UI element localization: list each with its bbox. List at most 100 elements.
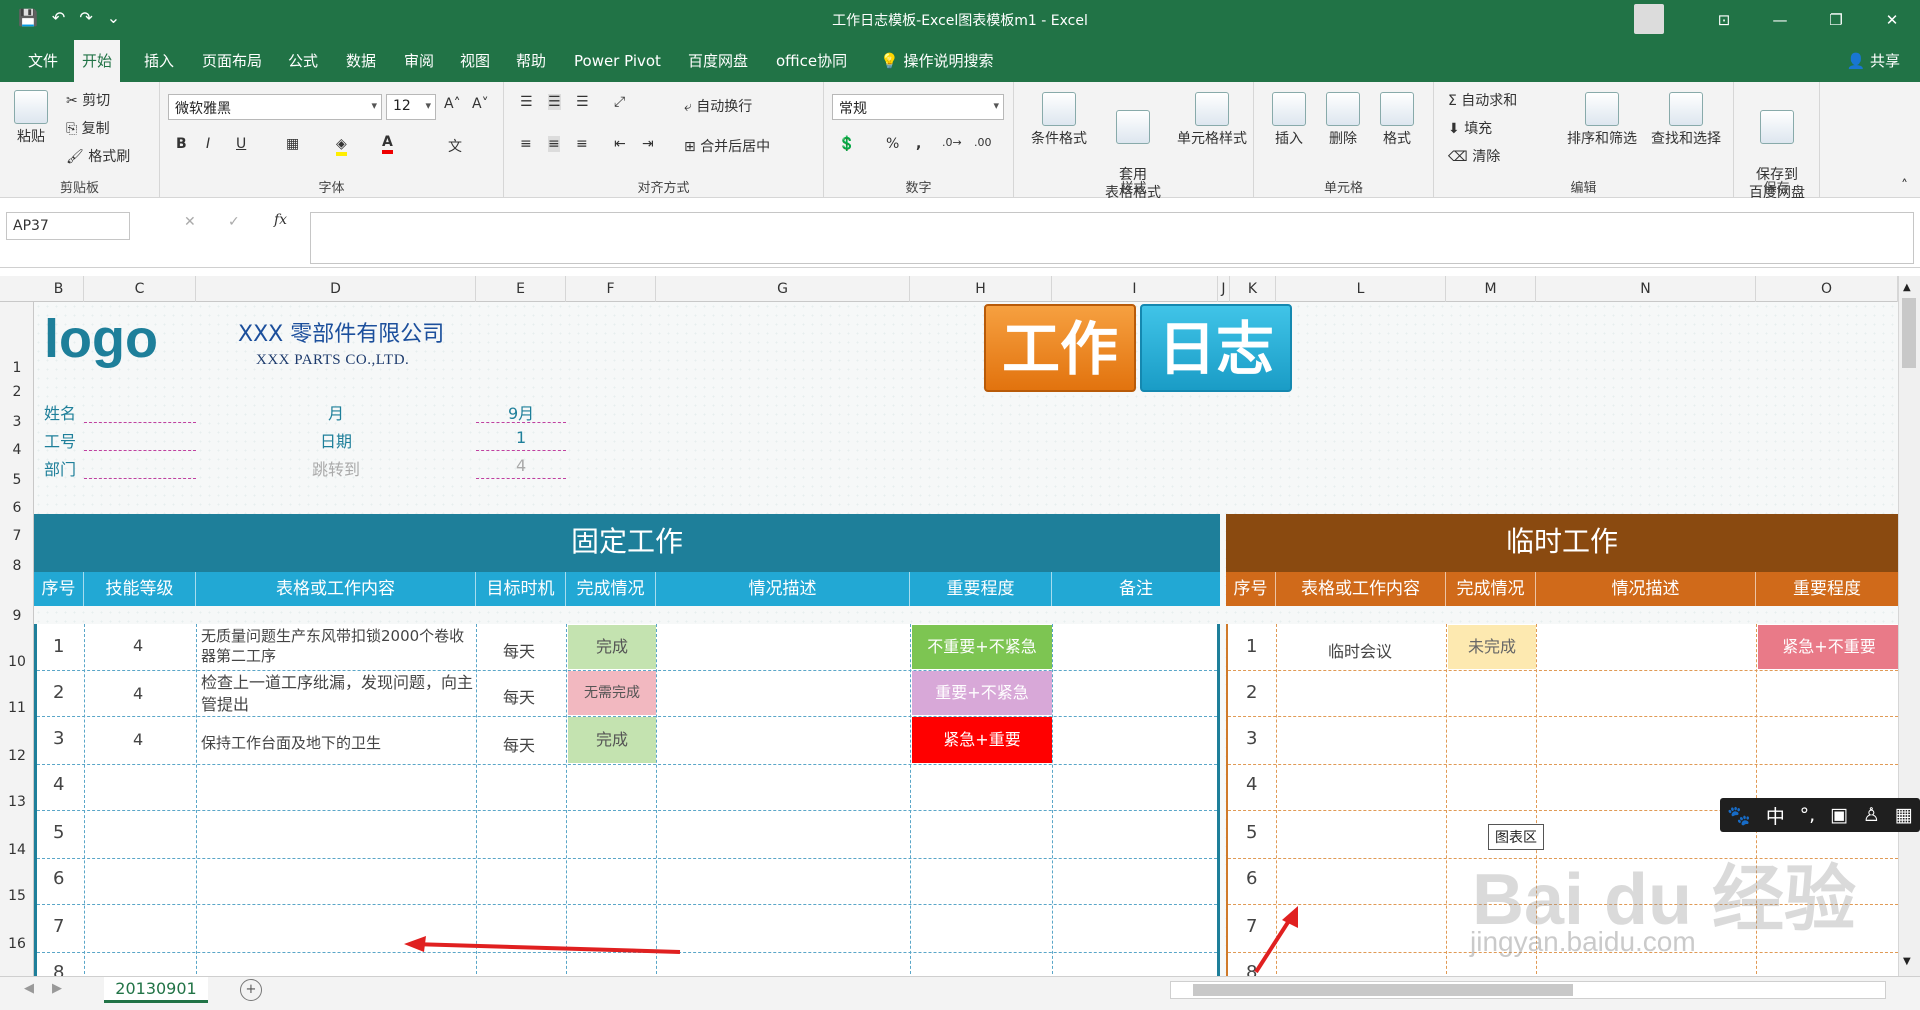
punctuation-icon[interactable]: °, [1800,804,1816,826]
tab-formulas[interactable]: 公式 [280,40,326,82]
number-format-select[interactable]: 常规 [832,94,1004,120]
col-header[interactable]: F [566,276,656,302]
row-header[interactable]: 1 [0,360,34,376]
font-color-icon[interactable]: A [382,134,393,154]
tab-data[interactable]: 数据 [338,40,384,82]
autosum-button[interactable]: Σ 自动求和 [1448,90,1517,110]
increase-decimal-icon[interactable]: .0→ [942,136,962,149]
minimize-button[interactable]: — [1752,0,1808,40]
italic-button[interactable]: I [206,136,210,152]
h-scroll-thumb[interactable] [1193,984,1573,996]
col-header[interactable]: B [34,276,84,302]
border-icon[interactable]: ▦ [286,136,299,152]
row-header[interactable]: 4 [0,442,34,458]
row-header[interactable]: 13 [0,794,34,810]
sort-filter-button[interactable]: 排序和筛选 [1562,92,1642,148]
format-painter-button[interactable]: 🖌 格式刷 [66,146,130,166]
row-header[interactable]: 2 [0,384,34,400]
comma-button[interactable]: , [916,136,921,152]
row-header[interactable]: 11 [0,700,34,716]
merge-center-button[interactable]: ⊞ 合并后居中 [684,136,770,156]
align-left-icon[interactable]: ≡ [520,136,532,152]
share-button[interactable]: 👤 共享 [1847,40,1900,82]
decrease-decimal-icon[interactable]: .00 [974,136,992,149]
align-top-icon[interactable]: ☰ [520,94,533,110]
ribbon-display-icon[interactable]: ⊡ [1696,0,1752,40]
row-header[interactable]: 3 [0,414,34,430]
decrease-indent-icon[interactable]: ⇤ [614,136,626,152]
confirm-icon[interactable]: ✓ [228,214,240,230]
row-header[interactable]: 7 [0,528,34,544]
col-header[interactable]: M [1446,276,1536,302]
conditional-format-button[interactable]: 条件格式 [1024,92,1094,148]
next-sheet-icon[interactable]: ▶ [52,981,62,996]
row-header[interactable]: 5 [0,472,34,488]
clear-button[interactable]: ⌫ 清除 [1448,146,1500,166]
tab-power-pivot[interactable]: Power Pivot [566,40,669,82]
cell-styles-button[interactable]: 单元格样式 [1172,92,1252,148]
tab-help[interactable]: 帮助 [508,40,554,82]
align-center-icon[interactable]: ≡ [548,136,560,152]
wrap-text-button[interactable]: ⤶ 自动换行 [684,96,752,116]
col-header[interactable]: O [1756,276,1898,302]
col-header[interactable]: I [1052,276,1218,302]
tab-view[interactable]: 视图 [452,40,498,82]
col-header[interactable]: K [1230,276,1276,302]
col-header[interactable]: J [1218,276,1230,302]
row-header[interactable]: 15 [0,888,34,904]
tab-office-collab[interactable]: office协同 [768,40,855,82]
tell-me-search[interactable]: 💡 操作说明搜索 [872,40,1001,82]
row-header[interactable]: 14 [0,842,34,858]
align-right-icon[interactable]: ≡ [576,136,588,152]
grow-font-button[interactable]: A˄ [444,96,461,112]
copy-button[interactable]: ⎘ 复制 [66,118,110,138]
row-header[interactable]: 12 [0,748,34,764]
currency-icon[interactable]: 💲 [838,136,855,152]
user-icon[interactable]: ♙ [1863,804,1880,826]
ime-chinese-toggle[interactable]: 中 [1766,802,1785,829]
col-header[interactable]: L [1276,276,1446,302]
cut-button[interactable]: ✂ 剪切 [66,90,110,110]
grid-icon[interactable]: ▦ [1895,804,1913,826]
insert-cells-button[interactable]: 插入 [1264,92,1314,148]
tab-file[interactable]: 文件 [20,40,66,82]
paw-icon[interactable]: 🐾 [1727,804,1751,827]
shrink-font-button[interactable]: A˅ [472,96,489,112]
col-header[interactable]: N [1536,276,1756,302]
fill-button[interactable]: ⬇ 填充 [1448,118,1492,138]
row-header[interactable]: 16 [0,936,34,952]
increase-indent-icon[interactable]: ⇥ [642,136,654,152]
row-header[interactable]: 6 [0,500,34,516]
avatar[interactable] [1634,4,1664,34]
collapse-ribbon-icon[interactable]: ˄ [1901,178,1908,194]
formula-input[interactable] [310,212,1914,264]
font-name-select[interactable]: 微软雅黑 [168,94,382,120]
tab-page-layout[interactable]: 页面布局 [194,40,270,82]
scroll-down-icon[interactable]: ▼ [1903,956,1911,967]
delete-cells-button[interactable]: 删除 [1318,92,1368,148]
tab-home[interactable]: 开始 [74,40,121,82]
scroll-thumb[interactable] [1902,298,1916,368]
row-header[interactable]: 8 [0,558,34,574]
prev-sheet-icon[interactable]: ◀ [24,981,34,996]
keyboard-icon[interactable]: ▣ [1830,804,1848,826]
phonetic-icon[interactable]: 文 [448,136,462,156]
cancel-icon[interactable]: ✕ [184,214,196,230]
percent-button[interactable]: % [886,136,899,152]
bold-button[interactable]: B [176,136,187,152]
horizontal-scrollbar[interactable] [1170,981,1886,999]
tab-review[interactable]: 审阅 [396,40,442,82]
sheet-tab-20130901[interactable]: 20130901 [104,977,208,1003]
col-header[interactable]: D [196,276,476,302]
tab-baidu-netdisk[interactable]: 百度网盘 [680,40,756,82]
underline-button[interactable]: U [236,136,246,152]
name-box[interactable]: AP37 [6,212,130,240]
format-cells-button[interactable]: 格式 [1372,92,1422,148]
tab-insert[interactable]: 插入 [136,40,182,82]
align-bottom-icon[interactable]: ☰ [576,94,589,110]
restore-button[interactable]: ❐ [1808,0,1864,40]
insert-function-icon[interactable]: fx [274,212,287,228]
fill-color-icon[interactable]: ◈ [336,136,347,156]
close-button[interactable]: ✕ [1864,0,1920,40]
orientation-icon[interactable]: ⤢ [614,94,625,110]
